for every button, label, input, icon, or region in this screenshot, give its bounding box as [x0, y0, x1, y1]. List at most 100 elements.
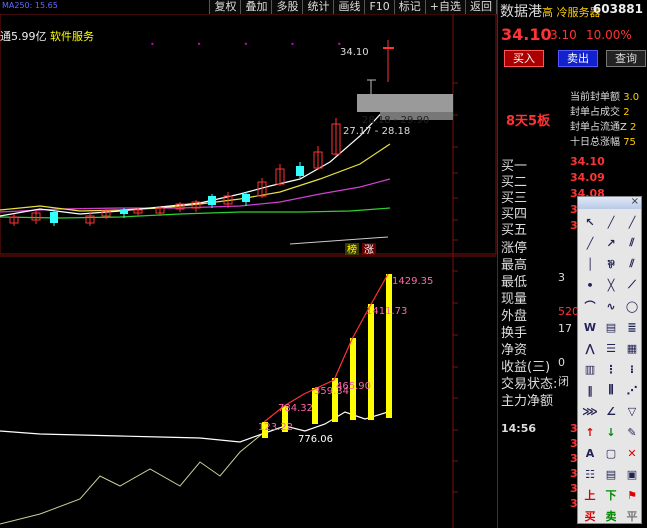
buy-button[interactable]: 买入 — [504, 50, 544, 67]
wave-tool-icon[interactable]: W — [580, 317, 600, 337]
curve-tool-icon[interactable]: ∿ — [601, 296, 621, 316]
query-button[interactable]: 查询 — [606, 50, 646, 67]
chart-toolbar: 复权 叠加 多股 统计 画线 F10 标记 +自选 返回 — [0, 0, 497, 14]
stock-name-text: 数据港 — [500, 4, 542, 20]
up-mark-tool-icon[interactable]: 上 — [580, 485, 600, 505]
ma5-line — [0, 103, 391, 217]
bid-price: 34.09 — [570, 171, 605, 184]
toolbar-button[interactable]: 多股 — [271, 0, 303, 14]
vline-tool-icon[interactable]: │ — [580, 254, 600, 274]
badge-1: 榜 — [347, 243, 357, 256]
limit-info-value: 2 — [630, 122, 637, 133]
indicator-tick-label: 15.00 — [462, 394, 491, 405]
candles — [9, 40, 394, 226]
indicator-peak-label: 1429.35 — [392, 276, 433, 287]
limit-info-label: 封单占流通Z — [570, 122, 627, 133]
lines-tool-icon[interactable]: ⫼ — [601, 380, 621, 400]
sell-button[interactable]: 卖出 — [558, 50, 598, 67]
bid-label: 买五 — [501, 223, 528, 238]
list-tool-icon[interactable]: ☷ — [580, 464, 600, 484]
parallel-tool-icon[interactable]: ⫽ — [622, 233, 642, 253]
pen-tool-icon[interactable]: ✎ — [622, 422, 642, 442]
indicator-tick-label: 25.00 — [462, 331, 491, 342]
toolbar-button[interactable]: 叠加 — [240, 0, 272, 14]
golden-tool-icon[interactable]: ☰ — [601, 338, 621, 358]
rect-tool-icon[interactable]: ▢ — [601, 443, 621, 463]
stat-value: 闭 — [558, 375, 569, 388]
cross-tool-icon[interactable]: ╳ — [601, 275, 621, 295]
arrow-line-tool-icon[interactable]: ↗ — [601, 233, 621, 253]
drawing-tools-palette[interactable]: × ↖ ╱ ╱ ╱ ↗ ⫽ │ ⅌ ⫽ • ╳ ⟋ ⌒ ∿ ◯ W ▤ ≣ ⋀ ☰ ▦ ▥ ⋮ ⁝ ‖ ⫼ ⋰ ⋙ ∠ ▽ ↑ ↓ ✎ A ▢ ✕ ☷ ▤… — [577, 196, 642, 524]
toolbar-button[interactable]: +自选 — [424, 0, 465, 14]
table-tool-icon[interactable]: ▤ — [601, 464, 621, 484]
flag-tool-icon[interactable]: ⚑ — [622, 485, 642, 505]
sell-mark-tool-icon[interactable]: 卖 — [601, 506, 621, 526]
ma-legend: MA250: 15.65 — [2, 1, 62, 10]
peak-tool-icon[interactable]: ⋀ — [580, 338, 600, 358]
line-tool-icon[interactable]: ╱ — [601, 212, 621, 232]
bars-tool-icon[interactable]: ‖ — [580, 380, 600, 400]
toolbar-button[interactable]: 画线 — [333, 0, 365, 14]
limit-info-value: 2 — [623, 107, 630, 118]
limit-info-row: 封单占成交 2 — [570, 105, 639, 120]
toolbar-button[interactable]: 返回 — [465, 0, 497, 14]
candle — [9, 214, 19, 226]
bid-row: 买一 34.10 — [498, 155, 647, 174]
indicator-tick-label: 10.00 — [462, 426, 491, 437]
down-arrow-tool-icon[interactable]: ↓ — [601, 422, 621, 442]
point-tool-icon[interactable]: • — [580, 275, 600, 295]
speed-tool-icon[interactable]: ⋰ — [622, 380, 642, 400]
candle — [208, 194, 216, 208]
fan2-tool-icon[interactable]: ⋙ — [580, 401, 600, 421]
limit-info-value: 75 — [623, 137, 636, 148]
fan-tool-icon[interactable]: ⟋ — [622, 275, 642, 295]
down-mark-tool-icon[interactable]: 下 — [601, 485, 621, 505]
percent-tool-icon[interactable]: ⅌ — [601, 254, 621, 274]
box-tool-icon[interactable]: ▣ — [622, 464, 642, 484]
candle — [191, 200, 201, 212]
triangle-tool-icon[interactable]: ▽ — [622, 401, 642, 421]
candle — [313, 146, 323, 170]
fib-tool-icon[interactable]: ≣ — [622, 317, 642, 337]
channel-tool-icon[interactable]: ⫽ — [622, 254, 642, 274]
badge-2: 涨 — [364, 244, 374, 256]
grid-tool-icon[interactable]: ▥ — [580, 359, 600, 379]
candle — [50, 210, 58, 226]
indicator-label-2: 1411.73 — [366, 306, 407, 317]
stat-value: 520 — [558, 305, 579, 318]
ma250-label: MA250: 15.65 — [2, 1, 58, 10]
angle-tool-icon[interactable]: ∠ — [601, 401, 621, 421]
price-tick-label: 31.00 — [462, 79, 491, 90]
band2-label: 28.18 - 29.90 — [362, 115, 429, 126]
palette-titlebar[interactable]: × — [578, 196, 641, 209]
toolbar-button[interactable]: 复权 — [209, 0, 241, 14]
delete-tool-icon[interactable]: ✕ — [622, 443, 642, 463]
cycle-tool-icon[interactable]: ⁝ — [622, 359, 642, 379]
stat-value: 17 — [558, 322, 572, 335]
cursor-tool-icon[interactable]: ↖ — [580, 212, 600, 232]
period-tool-icon[interactable]: ⋮ — [601, 359, 621, 379]
arc-tool-icon[interactable]: ⌒ — [580, 296, 600, 316]
event-dots: ••••• — [150, 40, 384, 49]
indicator-bar — [368, 304, 374, 420]
circle-tool-icon[interactable]: ◯ — [622, 296, 642, 316]
ratio-tool-icon[interactable]: ▦ — [622, 338, 642, 358]
gann-tool-icon[interactable]: ▤ — [601, 317, 621, 337]
band-label: 27.17 - 28.18 — [343, 126, 410, 137]
close-icon[interactable]: × — [631, 196, 639, 207]
extend-line-tool-icon[interactable]: ╱ — [580, 233, 600, 253]
toolbar-button[interactable]: F10 — [364, 0, 394, 14]
toolbar-button[interactable]: 标记 — [393, 0, 425, 14]
toolbar-button[interactable]: 统计 — [302, 0, 334, 14]
buy-mark-tool-icon[interactable]: 买 — [580, 506, 600, 526]
limit-info-label: 当前封单额 — [570, 92, 620, 103]
text-tool-icon[interactable]: A — [580, 443, 600, 463]
stock-code: 603881 — [592, 2, 643, 16]
up-arrow-tool-icon[interactable]: ↑ — [580, 422, 600, 442]
indicator-tick-label: 20.00 — [462, 363, 491, 374]
concept-tag: 高 冷服务器 — [542, 6, 601, 19]
limit-order-info: 当前封单额 3.0 封单占成交 2 封单占流通Z 2 十日总涨幅 75 — [570, 90, 639, 150]
flat-mark-tool-icon[interactable]: 平 — [622, 506, 642, 526]
ray-tool-icon[interactable]: ╱ — [622, 212, 642, 232]
kline-chart[interactable]: 31.00 27.90 25.11 22.60 20.34 18.31 16.47 35.0… — [0, 14, 497, 528]
